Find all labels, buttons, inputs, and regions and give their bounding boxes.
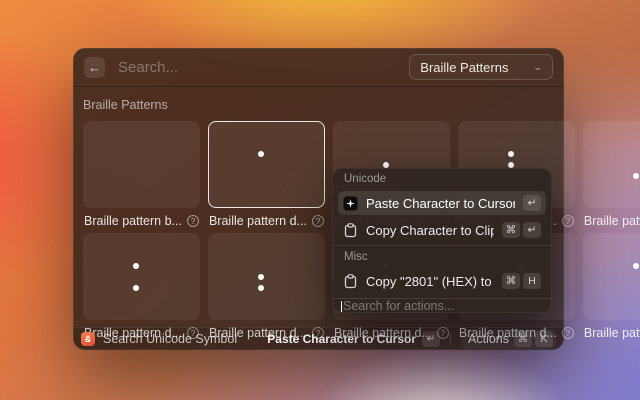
category-dropdown-value: Braille Patterns xyxy=(420,60,508,75)
braille-dot xyxy=(633,173,639,179)
glyph-cell[interactable]: Braille pattern d...? xyxy=(208,121,325,228)
glyph-cell[interactable]: Braille pattern d...? xyxy=(208,233,325,340)
action-search-input[interactable] xyxy=(343,299,543,313)
braille-dots xyxy=(255,150,277,180)
action-item[interactable]: Copy "2801" (HEX) to Clipboard ⌘H xyxy=(338,269,546,293)
help-icon[interactable]: ? xyxy=(562,215,574,227)
clipboard-icon xyxy=(343,223,358,238)
app-icon-glyph: & xyxy=(85,334,92,344)
help-icon[interactable]: ? xyxy=(187,215,199,227)
key-badge: ⌘ xyxy=(514,331,532,347)
help-icon[interactable]: ? xyxy=(312,215,324,227)
panel-divider xyxy=(332,245,552,246)
action-panel-footer xyxy=(332,298,552,313)
glyph-label: Braille pattern d...? xyxy=(208,213,325,228)
chevron-down-icon: ⌄ xyxy=(533,62,544,73)
glyph-label: Braille pattern d...? xyxy=(583,325,640,340)
paste-cursor-icon xyxy=(343,196,358,211)
actions-shortcut-keys: ⌘K xyxy=(514,331,553,347)
back-arrow-icon: ← xyxy=(88,61,101,74)
glyph-label-text: Braille pattern b... xyxy=(84,214,182,228)
glyph-label: Braille pattern b...? xyxy=(83,213,200,228)
panel-section-title: Misc xyxy=(344,251,540,265)
glyph-card[interactable] xyxy=(83,121,200,208)
actions-label: Actions xyxy=(468,332,509,346)
action-item-shortcut: ⌘↵ xyxy=(502,222,541,238)
search-input[interactable] xyxy=(116,58,380,77)
key-badge: ↵ xyxy=(523,195,541,211)
action-panel: UnicodePaste Character to Cursor↵Copy Ch… xyxy=(332,168,552,313)
glyph-cell[interactable]: Braille pattern d...? xyxy=(583,121,640,228)
key-badge: ↵ xyxy=(523,222,541,238)
braille-dots xyxy=(630,262,640,292)
back-button[interactable]: ← xyxy=(84,57,105,78)
action-item-label: Paste Character to Cursor xyxy=(366,196,515,211)
app-label: Search Unicode Symbol xyxy=(103,332,237,346)
action-item-shortcut: ⌘H xyxy=(502,273,541,289)
glyph-cell[interactable]: Braille pattern d...? xyxy=(83,233,200,340)
glyph-cell[interactable]: Braille pattern d...? xyxy=(583,233,640,340)
braille-dot xyxy=(258,285,264,291)
actions-button[interactable]: Actions ⌘K xyxy=(461,329,556,349)
status-bar-right: Paste Character to Cursor ↵ Actions ⌘K xyxy=(267,329,556,349)
text-caret xyxy=(341,301,342,312)
braille-dot xyxy=(133,263,139,269)
action-panel-list: UnicodePaste Character to Cursor↵Copy Ch… xyxy=(332,168,552,298)
braille-dot xyxy=(383,162,389,168)
action-item[interactable]: Paste Character to Cursor ↵ xyxy=(338,191,546,215)
glyph-label: Braille pattern d...? xyxy=(583,213,640,228)
braille-dot xyxy=(508,162,514,168)
glyph-card[interactable] xyxy=(583,233,640,320)
braille-dots xyxy=(130,150,152,180)
glyph-label-text: Braille pattern d... xyxy=(584,214,640,228)
glyph-label-text: Braille pattern d... xyxy=(584,326,640,340)
glyph-cell[interactable]: Braille pattern b...? xyxy=(83,121,200,228)
clipboard-icon xyxy=(343,274,358,289)
braille-dot xyxy=(258,274,264,280)
panel-section-title: Unicode xyxy=(344,173,540,187)
glyph-card[interactable] xyxy=(583,121,640,208)
key-badge: K xyxy=(535,331,553,347)
window-topbar: ← Braille Patterns ⌄ xyxy=(73,48,564,87)
braille-dots xyxy=(630,150,640,180)
action-item-label: Copy Character to Clipboard xyxy=(366,223,494,238)
status-bar: & Search Unicode Symbol Paste Character … xyxy=(73,327,564,350)
glyph-card[interactable] xyxy=(208,233,325,320)
braille-dot xyxy=(258,151,264,157)
app-icon: & xyxy=(81,332,95,346)
action-item[interactable]: Copy Character to Clipboard ⌘↵ xyxy=(338,218,546,242)
status-bar-divider xyxy=(450,332,451,346)
action-item-label: Copy "2801" (HEX) to Clipboard xyxy=(366,274,494,289)
action-item-shortcut: ↵ xyxy=(523,195,541,211)
glyph-card[interactable] xyxy=(83,233,200,320)
braille-dots xyxy=(130,262,152,292)
return-key-badge: ↵ xyxy=(422,331,440,347)
category-dropdown[interactable]: Braille Patterns ⌄ xyxy=(409,54,553,80)
braille-dots xyxy=(255,262,277,292)
primary-action-label[interactable]: Paste Character to Cursor xyxy=(267,332,416,346)
key-badge: ⌘ xyxy=(502,273,520,289)
braille-dot xyxy=(508,151,514,157)
section-title: Braille Patterns xyxy=(83,98,554,112)
braille-dot xyxy=(633,263,639,269)
glyph-card[interactable] xyxy=(208,121,325,208)
key-badge: ⌘ xyxy=(502,222,520,238)
braille-dot xyxy=(133,285,139,291)
key-badge: H xyxy=(523,273,541,289)
glyph-label-text: Braille pattern d... xyxy=(209,214,307,228)
